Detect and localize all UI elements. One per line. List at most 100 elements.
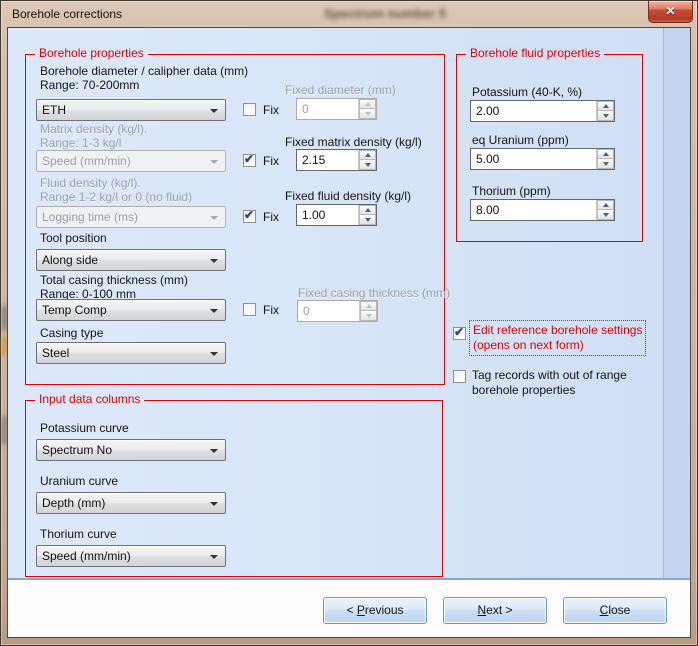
next-button[interactable]: Next >	[443, 597, 547, 624]
dropdown-arrow-icon	[210, 352, 218, 356]
fixed-matrix-value[interactable]	[297, 150, 363, 170]
edit-reference-label[interactable]: Edit reference borehole settings (opens …	[469, 320, 646, 356]
dialog-content: Borehole properties Borehole diameter / …	[8, 28, 690, 637]
combo-value: Logging time (ms)	[42, 210, 138, 224]
label-line: (opens on next form)	[473, 338, 642, 353]
spinner-up-button	[359, 99, 376, 109]
eq-uranium-input[interactable]	[470, 148, 615, 170]
spinner-up-button[interactable]	[359, 205, 376, 215]
fix-matrix-checkbox[interactable]: ✔	[243, 154, 256, 167]
label-line: Edit reference borehole settings	[473, 323, 642, 338]
tool-position-select[interactable]: Along side	[36, 249, 226, 271]
spinner-buttons[interactable]	[596, 101, 614, 121]
casing-type-label: Casing type	[40, 326, 103, 340]
casing-thickness-select[interactable]: Temp Comp	[36, 299, 226, 321]
edit-reference-checkbox[interactable]: ✔	[453, 327, 466, 340]
matrix-density-label: Matrix density (kg/l). Range: 1-3 kg/l	[40, 122, 147, 150]
fix-casing-checkbox[interactable]	[243, 303, 256, 316]
combo-value: Speed (mm/min)	[42, 154, 131, 168]
casing-type-select[interactable]: Steel	[36, 342, 226, 364]
dropdown-arrow-icon	[210, 309, 218, 313]
fix-diameter-checkbox[interactable]	[243, 103, 256, 116]
spinner-up-button[interactable]	[359, 150, 376, 160]
label-line: Range: 1-3 kg/l	[40, 136, 147, 150]
close-icon: ✕	[665, 4, 675, 18]
spinner-buttons[interactable]	[596, 149, 614, 169]
group-title: Input data columns	[35, 392, 144, 406]
button-mnemonic: P	[357, 603, 365, 617]
label-line: Fluid density (kg/l).	[40, 176, 192, 190]
spinner-down-icon	[366, 314, 372, 318]
combo-value: ETH	[42, 103, 66, 117]
combo-value: Spectrum No	[42, 443, 112, 457]
dropdown-arrow-icon	[210, 555, 218, 559]
spinner-down-icon	[603, 114, 609, 118]
eq-uranium-value[interactable]	[471, 149, 601, 169]
matrix-density-select: Speed (mm/min)	[36, 150, 226, 172]
button-text: ext >	[486, 603, 512, 617]
close-button[interactable]: ✕	[648, 1, 693, 23]
spinner-down-button[interactable]	[359, 215, 376, 225]
spinner-down-button[interactable]	[597, 111, 614, 121]
fixed-fluid-value[interactable]	[297, 205, 363, 225]
title-bar[interactable]: Borehole corrections Spectrum number 5 ✕	[0, 0, 698, 28]
tag-records-checkbox[interactable]	[453, 370, 466, 383]
spinner-buttons	[359, 301, 377, 321]
uranium-curve-label: Uranium curve	[40, 474, 118, 488]
fixed-casing-label: Fixed casing thickness (mm)	[298, 286, 450, 300]
uranium-curve-select[interactable]: Depth (mm)	[36, 492, 226, 514]
fix-fluid-checkbox[interactable]: ✔	[243, 210, 256, 223]
fix-diameter-label: Fix	[263, 103, 279, 117]
fixed-fluid-input[interactable]	[296, 204, 377, 226]
spinner-down-button[interactable]	[359, 160, 376, 170]
check-icon: ✔	[244, 208, 254, 222]
casing-thickness-label: Total casing thickness (mm) Range: 0-100…	[40, 273, 188, 301]
button-mnemonic: N	[477, 603, 486, 617]
spinner-buttons[interactable]	[358, 205, 376, 225]
label-line: Range 1-2 kg/l or 0 (no fluid)	[40, 190, 192, 204]
label-line: Tag records with out of range	[472, 368, 627, 383]
spinner-up-icon	[365, 153, 371, 157]
group-title: Borehole fluid properties	[466, 46, 604, 60]
tag-records-label[interactable]: Tag records with out of range borehole p…	[472, 368, 627, 398]
spinner-up-button	[360, 301, 377, 311]
spinner-down-button[interactable]	[597, 159, 614, 169]
spinner-down-icon	[365, 112, 371, 116]
spinner-up-button[interactable]	[597, 149, 614, 159]
thorium-input[interactable]	[470, 199, 615, 221]
spinner-up-button[interactable]	[597, 200, 614, 210]
previous-button[interactable]: < Previous	[323, 597, 427, 624]
form-panel-edge	[663, 28, 690, 578]
borehole-diameter-select[interactable]: ETH	[36, 99, 226, 121]
thorium-curve-select[interactable]: Speed (mm/min)	[36, 545, 226, 567]
check-icon: ✔	[454, 325, 464, 339]
group-title: Borehole properties	[35, 46, 148, 60]
fixed-matrix-input[interactable]	[296, 149, 377, 171]
spinner-buttons	[358, 99, 376, 119]
spinner-buttons[interactable]	[596, 200, 614, 220]
potassium-input[interactable]	[470, 100, 615, 122]
fixed-diameter-value	[297, 99, 363, 119]
potassium-value[interactable]	[471, 101, 601, 121]
spinner-up-icon	[603, 104, 609, 108]
spinner-down-icon	[603, 162, 609, 166]
dialog-window: Borehole corrections Spectrum number 5 ✕…	[0, 0, 698, 646]
thorium-value[interactable]	[471, 200, 601, 220]
fixed-casing-value	[298, 301, 364, 321]
close-action-button[interactable]: Close	[563, 597, 667, 624]
spinner-down-button[interactable]	[597, 210, 614, 220]
spinner-up-icon	[365, 102, 371, 106]
spinner-buttons[interactable]	[358, 150, 376, 170]
spinner-up-button[interactable]	[597, 101, 614, 111]
fixed-matrix-label: Fixed matrix density (kg/l)	[285, 135, 422, 149]
combo-value: Speed (mm/min)	[42, 549, 131, 563]
label-line: Total casing thickness (mm)	[40, 273, 188, 287]
frame-reflection	[1, 305, 8, 331]
potassium-curve-label: Potassium curve	[40, 421, 129, 435]
potassium-curve-select[interactable]: Spectrum No	[36, 439, 226, 461]
combo-value: Steel	[42, 346, 69, 360]
frame-reflection	[1, 415, 8, 445]
fix-fluid-label: Fix	[263, 210, 279, 224]
background-window-title: Spectrum number 5	[295, 6, 475, 21]
thorium-label: Thorium (ppm)	[472, 184, 551, 198]
